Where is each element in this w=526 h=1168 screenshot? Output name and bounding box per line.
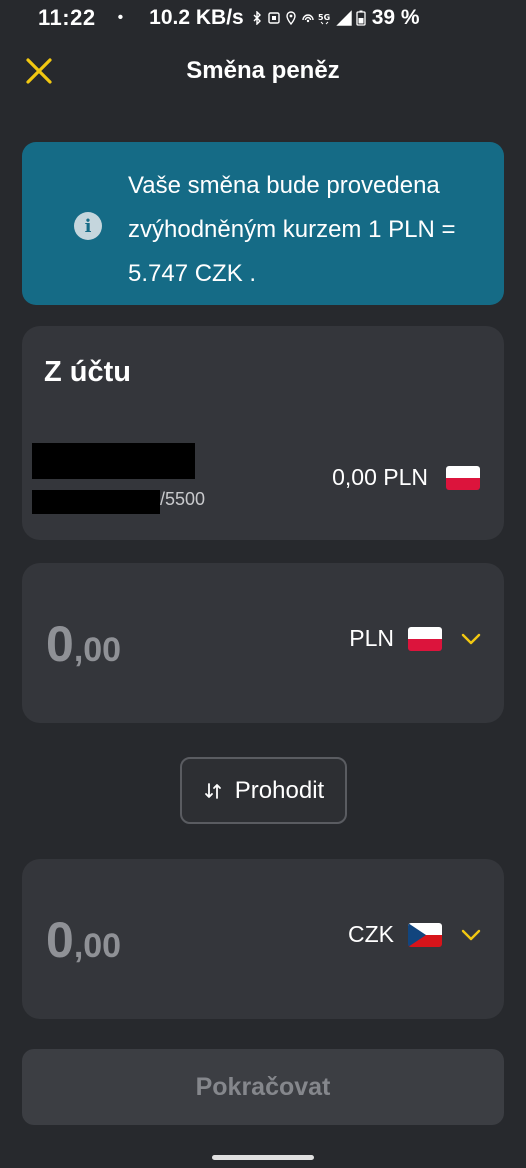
signal-icon (336, 10, 352, 26)
redacted-account-number (32, 490, 160, 514)
hotspot-icon (302, 14, 314, 23)
continue-button[interactable]: Pokračovat (22, 1049, 504, 1125)
target-amount-card: 0,00 CZK (22, 859, 504, 1019)
account-balance: 0,00 PLN (332, 464, 480, 491)
source-currency-select[interactable]: PLN (349, 625, 482, 652)
exchange-rate-banner: i Vaše směna bude provedena zvýhodněným … (22, 142, 504, 305)
source-amount-integer: 0 (46, 616, 74, 672)
poland-flag-icon (408, 626, 442, 651)
target-amount-integer: 0 (46, 912, 74, 968)
swap-currencies-button[interactable]: Prohodit (180, 757, 347, 824)
battery-percentage: 39 % (371, 6, 420, 29)
czech-flag-icon (408, 922, 442, 947)
continue-button-label: Pokračovat (195, 1072, 331, 1101)
source-amount-input[interactable]: 0,00 (46, 615, 121, 673)
status-icons: 5G (250, 9, 366, 27)
location-icon (286, 11, 296, 25)
swap-button-label: Prohodit (234, 776, 325, 804)
screen: 11:22 • 10.2 KB/s 5G 39 % Směna peněz i … (0, 0, 526, 1168)
close-icon[interactable] (24, 56, 54, 86)
target-currency-code: CZK (348, 921, 394, 947)
page-title: Směna peněz (186, 57, 340, 84)
balance-amount: 0,00 PLN (332, 464, 428, 490)
app-header: Směna peněz (0, 48, 526, 94)
status-dot: • (117, 9, 124, 26)
bluetooth-icon (253, 11, 261, 25)
redacted-account-name (32, 443, 195, 479)
swap-arrows-icon (204, 782, 221, 799)
network-speed: 10.2 KB/s (149, 6, 244, 29)
chevron-down-icon (461, 633, 481, 644)
poland-flag-icon (446, 465, 480, 490)
battery-icon (356, 10, 366, 26)
from-account-title: Z účtu (44, 356, 131, 388)
info-icon: i (74, 212, 102, 240)
home-indicator[interactable] (212, 1155, 314, 1160)
chevron-down-icon (461, 929, 481, 940)
target-amount-input[interactable]: 0,00 (46, 911, 121, 969)
status-bar: 11:22 • 10.2 KB/s 5G 39 % (0, 0, 526, 36)
target-amount-decimal: ,00 (73, 927, 122, 965)
exchange-rate-text: Vaše směna bude provedena zvýhodněným ku… (128, 172, 456, 287)
source-currency-code: PLN (349, 625, 394, 651)
nfc-icon (268, 12, 280, 24)
from-account-card[interactable]: Z účtu /5500 0,00 PLN (22, 326, 504, 540)
5g-icon: 5G (318, 13, 330, 25)
status-time: 11:22 (38, 5, 96, 30)
source-amount-decimal: ,00 (73, 631, 122, 669)
svg-text:5G: 5G (318, 13, 330, 22)
target-currency-select[interactable]: CZK (348, 921, 482, 948)
source-amount-card: 0,00 PLN (22, 563, 504, 723)
account-bank-code: /5500 (160, 489, 206, 509)
